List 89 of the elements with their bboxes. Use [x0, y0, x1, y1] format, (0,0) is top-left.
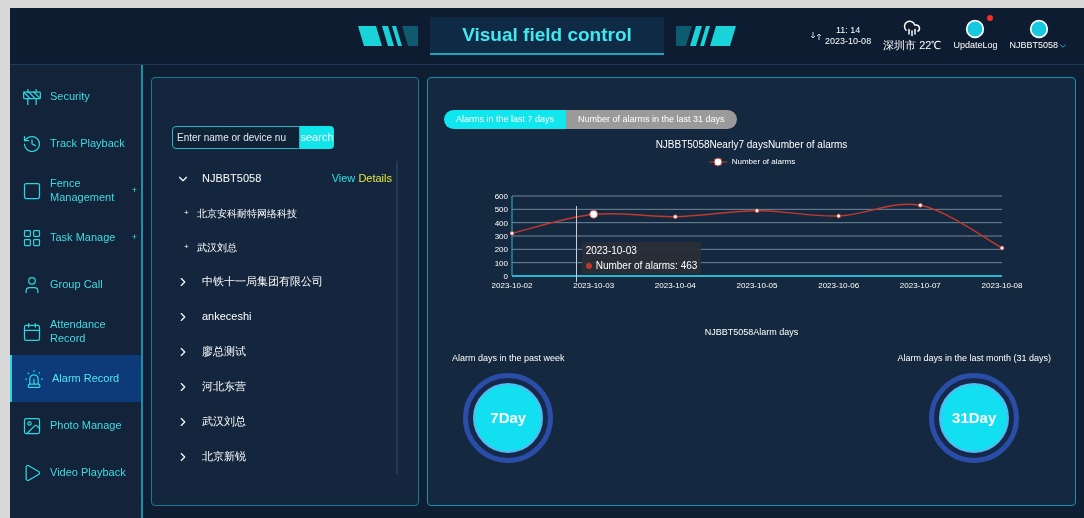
nav-label: Video Playback	[50, 465, 127, 480]
circle-caption: Alarm days in the past week	[452, 351, 565, 365]
nav-item[interactable]: Video Playback	[10, 449, 141, 496]
nav-item[interactable]: Photo Manage	[10, 402, 141, 449]
chart-title: NJBBT5058Nearly7 daysNumber of alarms	[655, 138, 848, 152]
node-label: 中铁十一局集团有限公司	[202, 274, 324, 290]
nav-label: Track Playback	[50, 136, 126, 151]
data-point	[999, 245, 1004, 251]
y-tick-label: 400	[494, 218, 508, 228]
clock-time: 11: 14	[835, 24, 861, 36]
x-tick-label: 2023-10-08	[981, 281, 1022, 290]
legend-label: Number of alarms	[731, 156, 796, 168]
y-tick-label: 200	[494, 245, 508, 255]
tree-node[interactable]: 河北东营	[172, 369, 392, 404]
tree-node[interactable]: ankeceshi	[172, 299, 392, 334]
tree-child[interactable]: + 武汉刘总	[172, 230, 392, 264]
nav-icon	[22, 86, 42, 107]
data-point	[754, 208, 759, 214]
data-point	[509, 230, 514, 236]
expand-mark: +	[131, 230, 137, 244]
search-field[interactable]: Enter name or device nu	[172, 126, 300, 149]
child-label: 北京安科耐特网络科技	[196, 206, 297, 221]
nav-item[interactable]: Track Playback	[10, 120, 141, 167]
x-tick-label: 2023-10-04	[654, 281, 696, 290]
x-tick-label: 2023-10-07	[899, 281, 941, 290]
tree-node[interactable]: NJBBT5058 View Details	[172, 161, 392, 196]
update-log-button[interactable]: UpdateLog	[953, 19, 998, 53]
tree-node[interactable]: 北京新锐	[172, 439, 392, 474]
nav-icon	[22, 180, 42, 201]
x-tick-label: 2023-10-02	[491, 281, 532, 290]
node-label: 北京新锐	[202, 449, 247, 465]
nav-item[interactable]: Security	[10, 73, 141, 120]
weather-icon	[903, 18, 922, 37]
tree-node[interactable]: 中铁十一局集团有限公司	[172, 264, 392, 299]
x-tick-label: 2023-10-05	[736, 281, 777, 290]
data-point	[588, 209, 598, 219]
y-tick-label: 500	[494, 205, 508, 215]
nav-label: Photo Manage	[50, 418, 123, 433]
weather-text: 深圳市 22℃	[883, 37, 942, 53]
nav-label: Task Manage	[50, 230, 117, 245]
nav-item[interactable]: Attendance Record	[10, 308, 141, 355]
data-point	[917, 202, 923, 208]
caret-icon	[1058, 41, 1068, 51]
nav-icon	[24, 368, 44, 389]
child-marker: +	[184, 241, 189, 253]
nav-icon	[22, 321, 42, 342]
node-label: 武汉刘总	[202, 414, 247, 430]
nav-label: Security	[50, 89, 91, 104]
nav-icon	[22, 415, 42, 436]
stripes-icon	[358, 24, 419, 48]
app-title: Visual field control	[430, 16, 664, 56]
child-label: 武汉刘总	[196, 240, 237, 255]
nav-item[interactable]: Fence Management +	[10, 167, 141, 214]
nav-label: Attendance Record	[50, 317, 107, 346]
stripes-icon	[675, 24, 736, 48]
y-tick-label: 100	[494, 258, 508, 268]
nav-icon	[22, 227, 42, 248]
nav-label: Alarm Record	[52, 371, 121, 386]
node-label: 廖总测试	[202, 344, 247, 360]
y-tick-label: 0	[503, 272, 508, 281]
view-details-link[interactable]: View Details	[331, 170, 392, 187]
tooltip-text: Number of alarms: 463	[585, 258, 698, 273]
x-tick-label: 2023-10-03	[572, 281, 614, 290]
nav-icon	[22, 133, 42, 154]
legend-icon	[707, 157, 728, 167]
nav-item[interactable]: Task Manage +	[10, 214, 141, 261]
node-label: ankeceshi	[202, 309, 253, 325]
user-menu-button[interactable]: NJBBT5058	[1009, 19, 1068, 53]
y-tick-label: 300	[494, 232, 508, 241]
nav-label: Fence Management	[50, 176, 116, 205]
nav-item[interactable]: Alarm Record	[10, 355, 141, 402]
node-label: 河北东营	[202, 379, 247, 395]
x-tick-label: 2023-10-06	[817, 281, 859, 290]
sync-icon	[811, 31, 822, 41]
data-point	[835, 213, 841, 219]
tree-child[interactable]: + 北京安科耐特网络科技	[172, 196, 392, 230]
clock-date: 2023-10-08	[825, 36, 872, 48]
nav-item[interactable]: Group Call	[10, 261, 141, 308]
tree-node[interactable]: 武汉刘总	[172, 404, 392, 439]
node-label: NJBBT5058	[202, 171, 263, 187]
expand-mark: +	[131, 183, 137, 197]
child-marker: +	[184, 207, 189, 219]
tooltip-title: 2023-10-03	[585, 244, 638, 258]
y-tick-label: 600	[494, 192, 508, 201]
nav-label: Group Call	[50, 277, 104, 292]
circle-caption: Alarm days in the last month (31 days)	[897, 351, 1051, 365]
tree-node[interactable]: 廖总测试	[172, 334, 392, 369]
alarm-days-title: NJBBT5058Alarm days	[703, 326, 800, 339]
data-point	[672, 214, 678, 220]
